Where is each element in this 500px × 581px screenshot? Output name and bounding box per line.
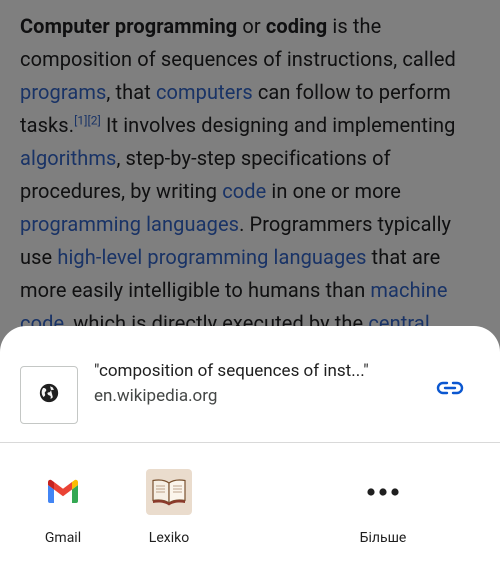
- lexiko-book-icon: [145, 468, 193, 516]
- gmail-icon: [39, 468, 87, 516]
- globe-icon: [38, 382, 60, 408]
- share-target-label: Більше: [359, 530, 407, 546]
- copy-link-button[interactable]: [432, 372, 468, 408]
- share-target-lexiko[interactable]: Lexiko: [119, 466, 219, 566]
- more-horizontal-icon: [359, 468, 407, 516]
- share-sheet: "composition of sequences of inst..." en…: [0, 326, 500, 581]
- share-target-more[interactable]: Більше: [333, 466, 433, 566]
- preview-thumbnail: [20, 366, 78, 424]
- preview-url: en.wikipedia.org: [94, 386, 218, 406]
- share-preview: "composition of sequences of inst..." en…: [0, 326, 500, 442]
- sheet-divider: [0, 442, 500, 443]
- share-target-label: Gmail: [44, 530, 82, 546]
- preview-title: "composition of sequences of inst...": [94, 361, 369, 381]
- share-target-gmail[interactable]: Gmail: [13, 466, 113, 566]
- share-target-label: Lexiko: [148, 530, 190, 546]
- link-icon: [436, 380, 464, 400]
